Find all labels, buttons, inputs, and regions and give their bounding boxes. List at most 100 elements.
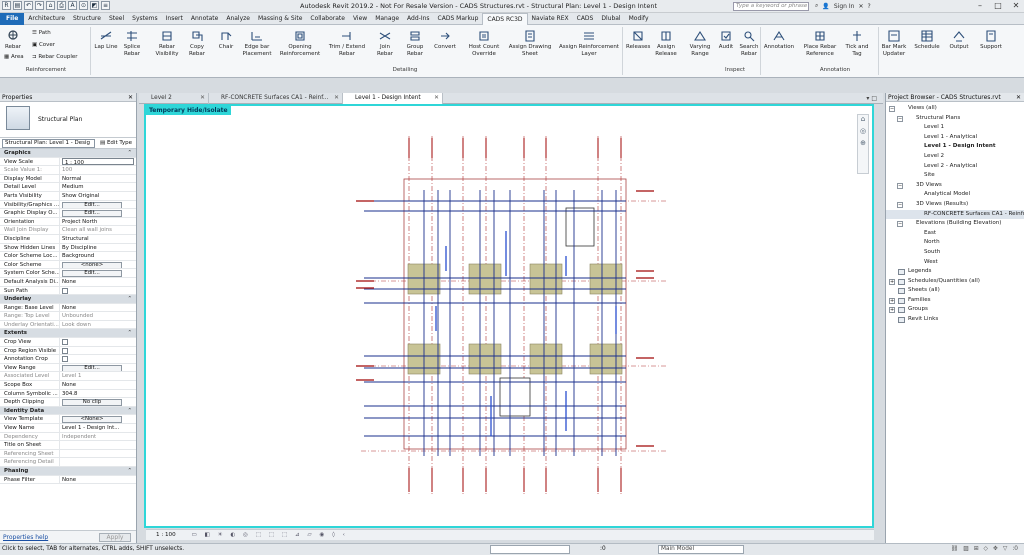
property-checkbox[interactable] [62,339,68,346]
ribbon-tab-collaborate[interactable]: Collaborate [306,13,349,25]
property-button[interactable]: <none> [62,261,122,269]
qat-button[interactable]: ↶ [24,1,33,10]
structural-plan-drawing[interactable] [146,106,872,526]
property-checkbox[interactable] [62,287,68,294]
collapse-icon[interactable]: ⌃ [127,149,136,157]
splice-rebar-button[interactable]: Splice Rebar [118,29,146,57]
close-icon[interactable]: ✕ [128,93,133,102]
ribbon-tab-insert[interactable]: Insert [162,13,187,25]
close-button[interactable]: ✕ [1010,1,1022,10]
ribbon-tab-steel[interactable]: Steel [105,13,128,25]
edge-bar-button[interactable]: Edge bar Placement [240,29,274,57]
browser-item[interactable]: Level 1 - Design Intent [886,142,1024,152]
tab-level-1-design-intent[interactable]: Level 1 - Design Intent ✕ [343,93,443,104]
trim-extend-button[interactable]: Trim / Extend Rebar [326,29,368,57]
ribbon-tab-cads-markup[interactable]: CADS Markup [434,13,483,25]
instance-selector[interactable]: Structural Plan: Level 1 - Desig [2,139,95,148]
ribbon-tab-view[interactable]: View [349,13,371,25]
browser-item[interactable]: Site [886,171,1024,181]
property-section[interactable]: Graphics ⌃ [0,149,136,158]
type-selector[interactable]: Structural Plan [0,102,136,138]
qat-button[interactable]: ≡ [101,1,110,10]
ribbon-tab-annotate[interactable]: Annotate [187,13,222,25]
convert-button[interactable]: Convert [430,29,460,51]
schedule-button[interactable]: Schedule [912,29,942,51]
browser-item[interactable]: + Schedules/Quantities (all) [886,277,1024,287]
expand-toggle-icon[interactable]: − [897,182,903,189]
close-icon[interactable]: ✕ [1016,93,1021,102]
close-icon[interactable]: ✕ [434,93,439,104]
properties-help-link[interactable]: Properties help [3,534,48,541]
browser-item[interactable]: Analytical Model [886,190,1024,200]
browser-item[interactable]: West [886,258,1024,268]
select-pinned-icon[interactable]: ⊞ [974,544,979,555]
ribbon-tab-naviate-rex[interactable]: Naviate REX [528,13,573,25]
user-icon[interactable]: 👤 [822,3,829,10]
ribbon-tab-systems[interactable]: Systems [128,13,162,25]
close-icon[interactable]: ✕ [200,93,205,104]
maximize-button[interactable]: □ [992,1,1004,10]
expand-toggle-icon[interactable]: + [889,278,895,285]
tab-rf-concrete[interactable]: RF-CONCRETE Surfaces CA1 - Reinf... ✕ [209,93,343,104]
ribbon-tab-analyze[interactable]: Analyze [222,13,254,25]
browser-item[interactable]: + Families [886,296,1024,306]
minimize-button[interactable]: – [974,1,986,10]
drag-elements-icon[interactable]: ✥ [993,544,998,555]
host-count-button[interactable]: Host Count Override [466,29,502,57]
expand-toggle-icon[interactable]: − [897,115,903,122]
property-button[interactable]: Edit... [62,201,122,209]
expand-toggle-icon[interactable]: + [889,307,895,314]
ribbon-tab-cads[interactable]: CADS [573,13,598,25]
varying-range-button[interactable]: Varying Range [684,29,716,57]
rebar-coupler-tool[interactable]: ⊐ Rebar Coupler [32,54,78,60]
ribbon-tab-add-ins[interactable]: Add-Ins [403,13,433,25]
expand-toggle-icon[interactable]: − [897,201,903,208]
ribbon-tab-cads-rc3d[interactable]: CADS RC3D [482,12,528,25]
assign-release-button[interactable]: Assign Release [652,29,680,57]
qat-button[interactable]: ↷ [35,1,44,10]
chair-button[interactable]: Chair [216,29,236,51]
select-underlay-icon[interactable]: ▨ [963,544,968,555]
browser-item[interactable]: Legends [886,267,1024,277]
rebar-tool[interactable]: Rebar [3,29,23,51]
bar-mark-button[interactable]: Bar Mark Updater [878,29,910,57]
property-button[interactable]: <None> [62,416,122,423]
collapse-icon[interactable]: ⌃ [127,329,136,337]
workset-dropdown[interactable] [490,545,570,554]
search-input[interactable]: Type a keyword or phrase [733,2,809,11]
browser-item[interactable]: South [886,248,1024,258]
browser-item[interactable]: Level 2 [886,152,1024,162]
property-checkbox[interactable] [62,356,68,363]
lap-line-button[interactable]: Lap Line [94,29,118,51]
exchange-icon[interactable]: ✕ [858,3,863,10]
qat-button[interactable]: ▤ [13,1,22,10]
qat-button[interactable]: A [68,1,77,10]
expand-toggle-icon[interactable]: + [889,297,895,304]
ribbon-tab-dlubal[interactable]: Dlubal [597,13,624,25]
browser-item[interactable]: Level 2 - Analytical [886,162,1024,172]
path-tool[interactable]: ☰ Path [32,30,51,36]
zoom-icon[interactable]: ⊕ [858,139,868,151]
join-rebar-button[interactable]: Join Rebar [372,29,398,57]
property-button[interactable]: Edit... [62,364,122,372]
browser-item[interactable]: Revit Links [886,315,1024,325]
collapse-icon[interactable]: ⌃ [127,295,136,303]
qat-button[interactable]: ⌂ [46,1,55,10]
ribbon-tab-manage[interactable]: Manage [371,13,403,25]
drawing-canvas[interactable]: Temporary Hide/Isolate ⌂ ◎ ⊕ [144,104,874,528]
assign-sheet-button[interactable]: Assign Drawing Sheet [508,29,552,57]
rebar-visibility-button[interactable]: Rebar Visibility [152,29,182,57]
edit-type-button[interactable]: ▤ Edit Type [100,139,132,148]
view-cube-icon[interactable]: ⌂ [858,115,868,127]
link-icon[interactable]: ⛓ [951,544,958,555]
browser-item[interactable]: − Structural Plans [886,114,1024,124]
ribbon-tab-massing-site[interactable]: Massing & Site [254,13,306,25]
cover-tool[interactable]: ▣ Cover [32,42,55,48]
opening-button[interactable]: Opening Reinforcement [278,29,322,57]
ribbon-tab-file[interactable]: File [0,12,25,25]
browser-item[interactable]: − Views (all) [886,104,1024,114]
qat-button[interactable]: R [2,1,11,10]
browser-item[interactable]: Level 1 - Analytical [886,133,1024,143]
property-section[interactable]: Identity Data ⌃ [0,406,136,416]
close-icon[interactable]: ✕ [334,93,339,104]
